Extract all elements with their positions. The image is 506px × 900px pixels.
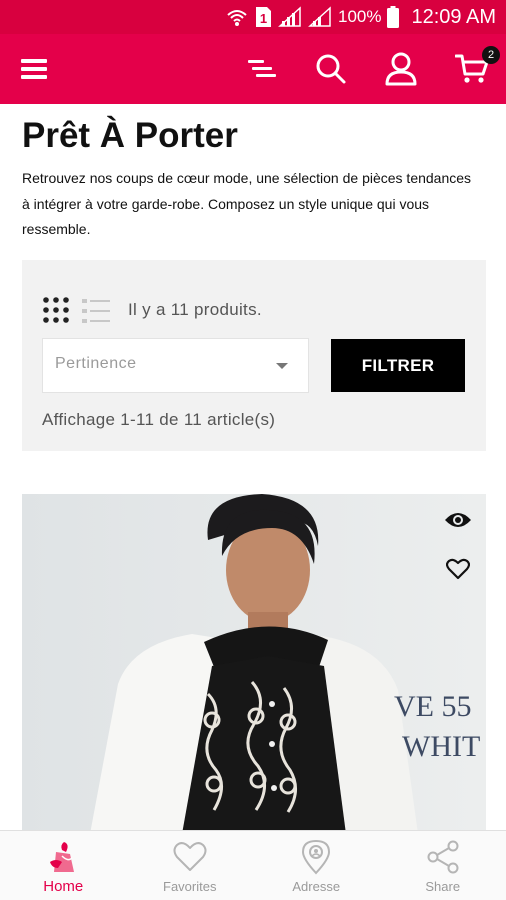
product-card[interactable]: VE 55 WHIT	[22, 494, 486, 830]
add-to-wishlist-button[interactable]	[445, 558, 471, 580]
grid-view-icon	[43, 297, 69, 323]
category-description: Retrouvez nos coups de cœur mode, une sé…	[22, 170, 472, 237]
wifi-calling-icon	[227, 10, 247, 26]
menu-button[interactable]	[12, 34, 56, 104]
nav-address[interactable]: Adresse	[253, 831, 380, 900]
quick-view-button[interactable]	[444, 510, 472, 530]
sort-dropdown[interactable]: Pertinence	[42, 338, 309, 393]
search-button[interactable]	[308, 34, 354, 104]
status-bar: 1 100% 12:09 AM	[0, 0, 506, 34]
location-pin-icon	[302, 839, 331, 875]
share-icon	[427, 840, 459, 874]
nav-home-label: Home	[43, 878, 84, 895]
home-icon	[50, 842, 75, 872]
bottom-navigation: Home Favorites Adresse Share	[0, 830, 506, 900]
list-view-toggle[interactable]	[82, 298, 110, 324]
sim-card-icon: 1	[256, 7, 271, 27]
product-image: VE 55 WHIT	[22, 494, 486, 830]
signal-icon-1	[278, 6, 301, 27]
list-view-icon	[82, 299, 110, 323]
page-content: Prêt À Porter Retrouvez nos coups de cœu…	[0, 104, 506, 830]
battery-percent: 100%	[338, 7, 382, 26]
nav-share[interactable]: Share	[380, 831, 506, 900]
account-icon	[385, 52, 417, 86]
image-caption-line1: VE 55	[394, 690, 472, 723]
nav-share-label: Share	[425, 879, 461, 894]
menu-icon	[21, 59, 47, 79]
product-list-toolbar: Il y a 11 produits. Pertinence FILTRER A…	[22, 260, 486, 451]
grid-view-toggle[interactable]	[42, 296, 70, 324]
heart-icon	[173, 842, 207, 871]
nav-favorites[interactable]: Favorites	[127, 831, 254, 900]
clock: 12:09 AM	[411, 5, 496, 28]
account-button[interactable]	[378, 34, 424, 104]
sort-icon	[248, 60, 276, 77]
eye-icon	[445, 513, 471, 527]
pagination-summary: Affichage 1-11 de 11 article(s)	[42, 410, 276, 429]
product-count: Il y a 11 produits.	[128, 300, 262, 319]
image-caption-line2: WHIT	[402, 730, 480, 763]
nav-favorites-label: Favorites	[163, 879, 217, 894]
nav-address-label: Adresse	[292, 879, 341, 894]
sort-button[interactable]	[240, 34, 284, 104]
sim-label: 1	[260, 11, 267, 26]
battery-icon	[387, 6, 400, 28]
signal-icon-2	[308, 6, 331, 27]
filter-button[interactable]: FILTRER	[331, 339, 465, 392]
dropdown-caret-icon	[276, 363, 288, 369]
cart-count-badge: 2	[482, 46, 500, 64]
cart-button[interactable]: 2	[450, 34, 500, 104]
app-bar: 2	[0, 34, 506, 104]
heart-icon	[445, 558, 471, 580]
sort-selected-value: Pertinence	[55, 355, 137, 372]
page-title: Prêt À Porter	[22, 116, 238, 155]
nav-home[interactable]: Home	[0, 831, 127, 900]
search-icon	[316, 54, 346, 84]
